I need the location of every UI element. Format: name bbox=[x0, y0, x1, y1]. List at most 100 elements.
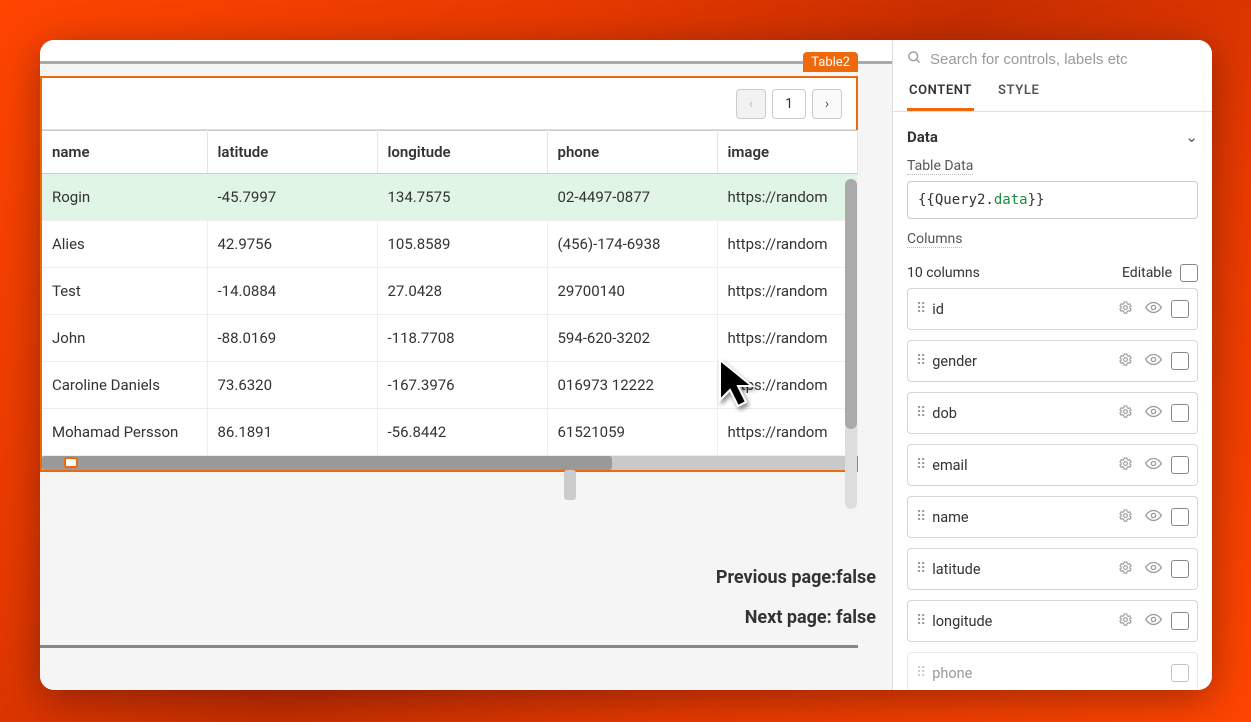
previous-page-status: Previous page:false bbox=[74, 558, 876, 598]
table-row[interactable]: John -88.0169 -118.7708 594-620-3202 htt… bbox=[42, 315, 857, 362]
columns-header: 10 columns Editable bbox=[907, 254, 1198, 288]
eye-icon[interactable] bbox=[1143, 403, 1163, 424]
eye-icon[interactable] bbox=[1143, 455, 1163, 476]
cell-name: John bbox=[42, 315, 207, 362]
drag-handle-icon[interactable]: ⠿ bbox=[916, 665, 924, 681]
drag-handle-icon[interactable]: ⠿ bbox=[916, 457, 924, 473]
eye-icon[interactable] bbox=[1143, 611, 1163, 632]
column-item-longitude[interactable]: ⠿ longitude bbox=[907, 600, 1198, 642]
cell-phone: 29700140 bbox=[547, 268, 717, 315]
table-widget-wrap: Table2 ‹ 1 › name latitude bbox=[40, 76, 858, 472]
column-header-longitude[interactable]: longitude bbox=[377, 131, 547, 174]
column-checkbox[interactable] bbox=[1171, 612, 1189, 630]
gear-icon[interactable] bbox=[1115, 404, 1135, 423]
search-input[interactable] bbox=[930, 51, 1198, 68]
drag-handle-icon[interactable]: ⠿ bbox=[916, 613, 924, 629]
column-name: longitude bbox=[932, 613, 1107, 630]
drag-handle-icon[interactable]: ⠿ bbox=[916, 301, 924, 317]
column-checkbox[interactable] bbox=[1171, 560, 1189, 578]
column-item-phone[interactable]: ⠿ phone bbox=[907, 652, 1198, 690]
cell-phone: 016973 12222 bbox=[547, 362, 717, 409]
page-number-input[interactable]: 1 bbox=[772, 89, 806, 119]
cell-image: https://random bbox=[717, 362, 857, 409]
table-data-input[interactable]: {{Query2.data}} bbox=[907, 181, 1198, 219]
gear-icon[interactable] bbox=[1115, 560, 1135, 579]
eye-icon[interactable] bbox=[1143, 299, 1163, 320]
column-item-name[interactable]: ⠿ name bbox=[907, 496, 1198, 538]
column-checkbox[interactable] bbox=[1171, 456, 1189, 474]
column-item-latitude[interactable]: ⠿ latitude bbox=[907, 548, 1198, 590]
widget-name-badge[interactable]: Table2 bbox=[803, 52, 858, 72]
column-header-latitude[interactable]: latitude bbox=[207, 131, 377, 174]
column-checkbox[interactable] bbox=[1171, 664, 1189, 682]
column-item-email[interactable]: ⠿ email bbox=[907, 444, 1198, 486]
gear-icon[interactable] bbox=[1115, 456, 1135, 475]
column-checkbox[interactable] bbox=[1171, 508, 1189, 526]
vertical-scroll-thumb[interactable] bbox=[845, 179, 857, 429]
table-row[interactable]: Caroline Daniels 73.6320 -167.3976 01697… bbox=[42, 362, 857, 409]
expr-close: }} bbox=[1028, 192, 1045, 208]
drag-handle-icon[interactable]: ⠿ bbox=[916, 353, 924, 369]
cell-longitude: 27.0428 bbox=[377, 268, 547, 315]
status-area: Previous page:false Next page: false bbox=[74, 536, 892, 637]
drag-handle-icon[interactable]: ⠿ bbox=[916, 561, 924, 577]
column-item-dob[interactable]: ⠿ dob bbox=[907, 392, 1198, 434]
column-header-phone[interactable]: phone bbox=[547, 131, 717, 174]
table-row[interactable]: Test -14.0884 27.0428 29700140 https://r… bbox=[42, 268, 857, 315]
gear-icon[interactable] bbox=[1115, 612, 1135, 631]
chevron-down-icon: ⌄ bbox=[1185, 128, 1198, 146]
column-checkbox[interactable] bbox=[1171, 404, 1189, 422]
table-widget[interactable]: ‹ 1 › name latitude longitude phone bbox=[40, 76, 858, 472]
horizontal-scrollbar[interactable] bbox=[42, 456, 856, 470]
column-checkbox[interactable] bbox=[1171, 352, 1189, 370]
next-page-status: Next page: false bbox=[74, 598, 876, 638]
drag-handle-icon[interactable]: ⠿ bbox=[916, 509, 924, 525]
cell-image: https://random bbox=[717, 174, 857, 221]
resize-handle[interactable] bbox=[64, 457, 78, 468]
column-checkbox[interactable] bbox=[1171, 300, 1189, 318]
gear-icon[interactable] bbox=[1115, 508, 1135, 527]
vertical-scrollbar[interactable] bbox=[845, 179, 857, 509]
table-row[interactable]: Alies 42.9756 105.8589 (456)-174-6938 ht… bbox=[42, 221, 857, 268]
column-name: dob bbox=[932, 405, 1107, 422]
columns-list: ⠿ id ⠿ gender ⠿ dob bbox=[907, 288, 1198, 690]
tab-style[interactable]: STYLE bbox=[996, 75, 1041, 111]
column-item-gender[interactable]: ⠿ gender bbox=[907, 340, 1198, 382]
canvas-top-divider bbox=[40, 40, 892, 64]
gear-icon[interactable] bbox=[1115, 300, 1135, 319]
cell-name: Caroline Daniels bbox=[42, 362, 207, 409]
drag-handle-icon[interactable]: ⠿ bbox=[916, 405, 924, 421]
tab-content[interactable]: CONTENT bbox=[907, 75, 974, 111]
table-row[interactable]: Mohamad Persson 86.1891 -56.8442 6152105… bbox=[42, 409, 857, 456]
data-table: name latitude longitude phone image Rogi… bbox=[42, 130, 858, 456]
page-next-button[interactable]: › bbox=[812, 89, 842, 119]
section-data: Data ⌄ Table Data {{Query2.data}} Column… bbox=[893, 112, 1212, 690]
cell-latitude: -14.0884 bbox=[207, 268, 377, 315]
cell-latitude: -45.7997 bbox=[207, 174, 377, 221]
cell-name: Test bbox=[42, 268, 207, 315]
column-name: phone bbox=[932, 665, 1107, 682]
canvas-area: Table2 ‹ 1 › name latitude bbox=[40, 40, 892, 690]
column-header-name[interactable]: name bbox=[42, 131, 207, 174]
page-prev-button[interactable]: ‹ bbox=[736, 89, 766, 119]
section-header-data[interactable]: Data ⌄ bbox=[907, 122, 1198, 152]
cell-longitude: -56.8442 bbox=[377, 409, 547, 456]
horizontal-scroll-thumb[interactable] bbox=[42, 456, 612, 470]
panel-resize-handle[interactable] bbox=[564, 470, 576, 500]
column-item-id[interactable]: ⠿ id bbox=[907, 288, 1198, 330]
column-name: gender bbox=[932, 353, 1107, 370]
eye-icon[interactable] bbox=[1143, 559, 1163, 580]
eye-icon[interactable] bbox=[1143, 351, 1163, 372]
expr-open: {{ bbox=[918, 192, 935, 208]
search-row bbox=[893, 40, 1212, 75]
field-label-columns: Columns bbox=[907, 231, 962, 248]
eye-icon[interactable] bbox=[1143, 507, 1163, 528]
gear-icon[interactable] bbox=[1115, 352, 1135, 371]
cell-longitude: 134.7575 bbox=[377, 174, 547, 221]
cell-latitude: 86.1891 bbox=[207, 409, 377, 456]
editable-checkbox[interactable] bbox=[1180, 264, 1198, 282]
column-name: name bbox=[932, 509, 1107, 526]
table-row[interactable]: Rogin -45.7997 134.7575 02-4497-0877 htt… bbox=[42, 174, 857, 221]
column-header-image[interactable]: image bbox=[717, 131, 857, 174]
expr-prop: data bbox=[994, 192, 1028, 208]
